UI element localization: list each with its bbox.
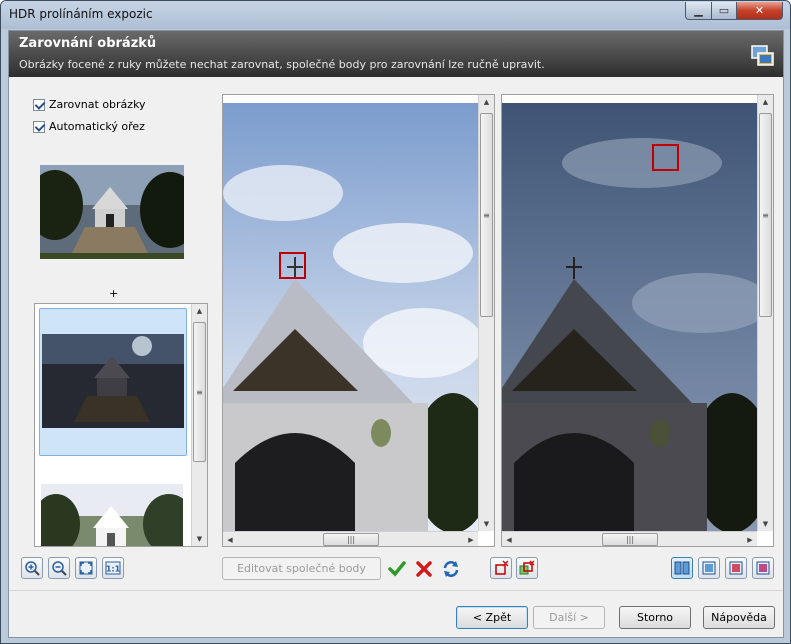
autocrop-checkbox[interactable]: Automatický ořez [33, 120, 145, 133]
align-checkbox-box[interactable] [33, 98, 45, 111]
scroll-left-arrow-icon[interactable]: ◀ [502, 532, 516, 546]
next-button[interactable]: Další > [533, 606, 605, 629]
cancel-button-label: Storno [636, 611, 674, 624]
aligned-vscroll[interactable]: ▲ ≡ ▼ [757, 95, 773, 531]
actual-size-icon: 1:1 [105, 561, 121, 575]
reference-image-pane[interactable]: ▲ ≡ ▼ ◀ ||| ▶ [222, 94, 495, 547]
fit-icon [79, 561, 93, 575]
app-window: HDR prolínáním expozic ▁ ▭ ✕ Zarovnání o… [0, 0, 791, 644]
blend-view-icon [756, 561, 770, 575]
minimize-button[interactable]: ▁ [685, 2, 712, 20]
aligned-image-pane[interactable]: ▲ ≡ ▼ ◀ ||| ▶ [501, 94, 774, 547]
blend-view-button[interactable] [752, 557, 774, 579]
next-button-label: Další > [549, 611, 589, 624]
footer-divider [9, 590, 783, 591]
delete-button[interactable] [414, 559, 434, 579]
page-subtitle: Obrázky focené z ruky můžete nechat zaro… [19, 58, 545, 71]
back-button-label: < Zpět [472, 611, 512, 624]
help-button-label: Nápověda [711, 611, 767, 624]
back-button[interactable]: < Zpět [456, 606, 528, 629]
maximize-icon: ▭ [718, 4, 730, 17]
remove-all-points-icon [519, 560, 535, 575]
dark-exposure-preview [42, 334, 184, 428]
delete-icon [416, 561, 432, 577]
scroll-left-arrow-icon[interactable]: ◀ [223, 532, 237, 546]
minimize-icon: ▁ [694, 4, 703, 17]
align-images-icon [751, 45, 774, 66]
confirm-button[interactable] [387, 559, 407, 579]
scroll-up-arrow-icon[interactable]: ▲ [758, 95, 773, 109]
remove-all-points-button[interactable] [516, 557, 538, 579]
close-icon: ✕ [754, 4, 765, 17]
list-item[interactable] [39, 308, 187, 456]
single-view-icon [702, 561, 716, 575]
refresh-icon [443, 561, 459, 577]
base-image-preview [40, 165, 184, 259]
zoom-in-icon [25, 561, 40, 576]
list-scroll-thumb[interactable]: ≡ [193, 322, 206, 462]
title-bar: HDR prolínáním expozic ▁ ▭ ✕ [1, 1, 790, 29]
zoom-out-icon [52, 561, 67, 576]
cancel-button[interactable]: Storno [619, 606, 691, 629]
scroll-up-arrow-icon[interactable]: ▲ [192, 304, 207, 318]
autocrop-checkbox-label: Automatický ořez [49, 120, 145, 133]
aligned-hscroll-thumb[interactable]: ||| [602, 533, 658, 546]
scroll-down-arrow-icon[interactable]: ▼ [192, 532, 207, 546]
window-title: HDR prolínáním expozic [9, 7, 153, 21]
align-checkbox-label: Zarovnat obrázky [49, 98, 146, 111]
align-images-checkbox[interactable]: Zarovnat obrázky [33, 98, 146, 111]
svg-text:1:1: 1:1 [106, 565, 121, 574]
scroll-down-arrow-icon[interactable]: ▼ [758, 517, 773, 531]
aligned-hscroll[interactable]: ◀ ||| ▶ [502, 531, 757, 546]
remove-point-icon [495, 560, 509, 575]
actual-size-button[interactable]: 1:1 [102, 557, 124, 579]
scroll-up-arrow-icon[interactable]: ▲ [479, 95, 494, 109]
confirm-icon [388, 561, 406, 577]
fit-to-window-button[interactable] [75, 557, 97, 579]
overlay-view-button[interactable] [725, 557, 747, 579]
side-by-side-icon [674, 561, 690, 575]
scroll-right-arrow-icon[interactable]: ▶ [464, 532, 478, 546]
zoom-in-button[interactable] [21, 557, 43, 579]
maximize-button[interactable]: ▭ [711, 2, 737, 20]
autocrop-checkbox-box[interactable] [33, 120, 45, 133]
single-view-button[interactable] [698, 557, 720, 579]
reference-vscroll[interactable]: ▲ ≡ ▼ [478, 95, 494, 531]
wizard-header: Zarovnání obrázků Obrázky focené z ruky … [9, 31, 783, 77]
aligned-image [502, 103, 757, 531]
plus-sign: + [109, 287, 119, 300]
zoom-out-button[interactable] [48, 557, 70, 579]
side-by-side-view-button[interactable] [671, 557, 693, 579]
reference-hscroll-thumb[interactable]: ||| [323, 533, 379, 546]
reference-hscroll[interactable]: ◀ ||| ▶ [223, 531, 478, 546]
edit-points-label: Editovat společné body [237, 562, 366, 575]
scroll-right-arrow-icon[interactable]: ▶ [743, 532, 757, 546]
help-button[interactable]: Nápověda [703, 606, 775, 629]
edit-points-button[interactable]: Editovat společné body [222, 557, 381, 580]
remove-point-button[interactable] [490, 557, 512, 579]
scroll-down-arrow-icon[interactable]: ▼ [479, 517, 494, 531]
aligned-vscroll-thumb[interactable]: ≡ [759, 113, 772, 317]
list-item[interactable] [39, 482, 187, 546]
close-button[interactable]: ✕ [736, 2, 783, 20]
base-image-thumbnail[interactable] [40, 165, 184, 259]
dialog-client: Zarovnání obrázků Obrázky focené z ruky … [8, 30, 784, 638]
exposure-list[interactable]: ▲ ≡ ▼ [34, 303, 208, 547]
overlay-view-icon [729, 561, 743, 575]
reference-image [223, 103, 478, 531]
reference-vscroll-thumb[interactable]: ≡ [480, 113, 493, 317]
bright-exposure-preview [41, 484, 183, 546]
page-title: Zarovnání obrázků [19, 36, 157, 51]
list-scrollbar[interactable]: ▲ ≡ ▼ [191, 304, 207, 546]
refresh-button[interactable] [441, 559, 461, 579]
